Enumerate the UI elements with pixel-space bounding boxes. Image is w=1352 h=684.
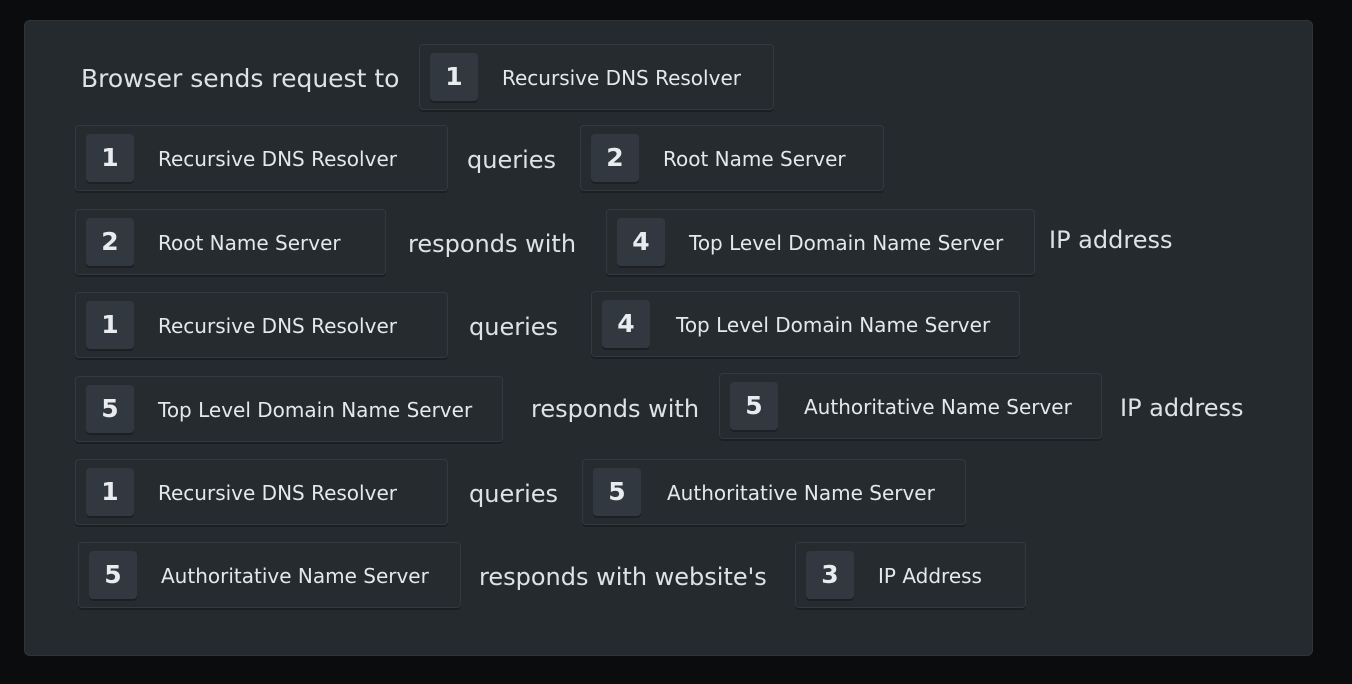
node-number: 1 <box>86 134 134 182</box>
step-verb: queries <box>469 480 559 508</box>
node-label: Authoritative Name Server <box>804 395 1072 419</box>
node-number: 1 <box>430 53 478 101</box>
node-label: Top Level Domain Name Server <box>689 231 1004 255</box>
node-number: 1 <box>86 468 134 516</box>
node-number: 5 <box>89 551 137 599</box>
step-verb: queries <box>467 146 557 174</box>
step-suffix: IP address <box>1120 394 1244 422</box>
step-verb: responds with <box>531 395 700 423</box>
node-root-name-server: 2 Root Name Server <box>75 209 386 275</box>
node-label: Root Name Server <box>663 147 846 171</box>
node-recursive-dns-resolver: 1 Recursive DNS Resolver <box>75 292 448 358</box>
node-authoritative-name-server: 5 Authoritative Name Server <box>78 542 461 608</box>
node-number: 3 <box>806 551 854 599</box>
node-label: Recursive DNS Resolver <box>158 314 397 338</box>
node-number: 5 <box>86 385 134 433</box>
node-label: Recursive DNS Resolver <box>158 481 397 505</box>
node-label: Recursive DNS Resolver <box>158 147 397 171</box>
node-recursive-dns-resolver: 1 Recursive DNS Resolver <box>75 459 448 525</box>
node-number: 2 <box>86 218 134 266</box>
node-label: Top Level Domain Name Server <box>676 313 991 337</box>
step-verb: responds with <box>408 230 577 258</box>
node-root-name-server: 2 Root Name Server <box>580 125 884 191</box>
node-label: Root Name Server <box>158 231 341 255</box>
step-lead-text: Browser sends request to <box>81 64 400 93</box>
node-number: 4 <box>602 300 650 348</box>
node-label: Recursive DNS Resolver <box>502 66 741 90</box>
node-top-level-domain-name-server: 4 Top Level Domain Name Server <box>606 209 1035 275</box>
step-verb: queries <box>469 313 559 341</box>
diagram-panel: Browser sends request to 1 Recursive DNS… <box>24 20 1313 656</box>
node-recursive-dns-resolver: 1 Recursive DNS Resolver <box>75 125 448 191</box>
node-label: IP Address <box>878 564 982 588</box>
node-number: 2 <box>591 134 639 182</box>
node-authoritative-name-server: 5 Authoritative Name Server <box>582 459 966 525</box>
node-number: 4 <box>617 218 665 266</box>
node-top-level-domain-name-server: 4 Top Level Domain Name Server <box>591 291 1020 357</box>
node-label: Authoritative Name Server <box>161 564 429 588</box>
node-ip-address: 3 IP Address <box>795 542 1026 608</box>
node-top-level-domain-name-server: 5 Top Level Domain Name Server <box>75 376 503 442</box>
step-suffix: IP address <box>1049 226 1173 254</box>
node-label: Authoritative Name Server <box>667 481 935 505</box>
node-number: 1 <box>86 301 134 349</box>
node-authoritative-name-server: 5 Authoritative Name Server <box>719 373 1102 439</box>
step-verb: responds with website's <box>479 563 767 591</box>
node-recursive-dns-resolver: 1 Recursive DNS Resolver <box>419 44 774 110</box>
node-number: 5 <box>593 468 641 516</box>
node-label: Top Level Domain Name Server <box>158 398 473 422</box>
node-number: 5 <box>730 382 778 430</box>
